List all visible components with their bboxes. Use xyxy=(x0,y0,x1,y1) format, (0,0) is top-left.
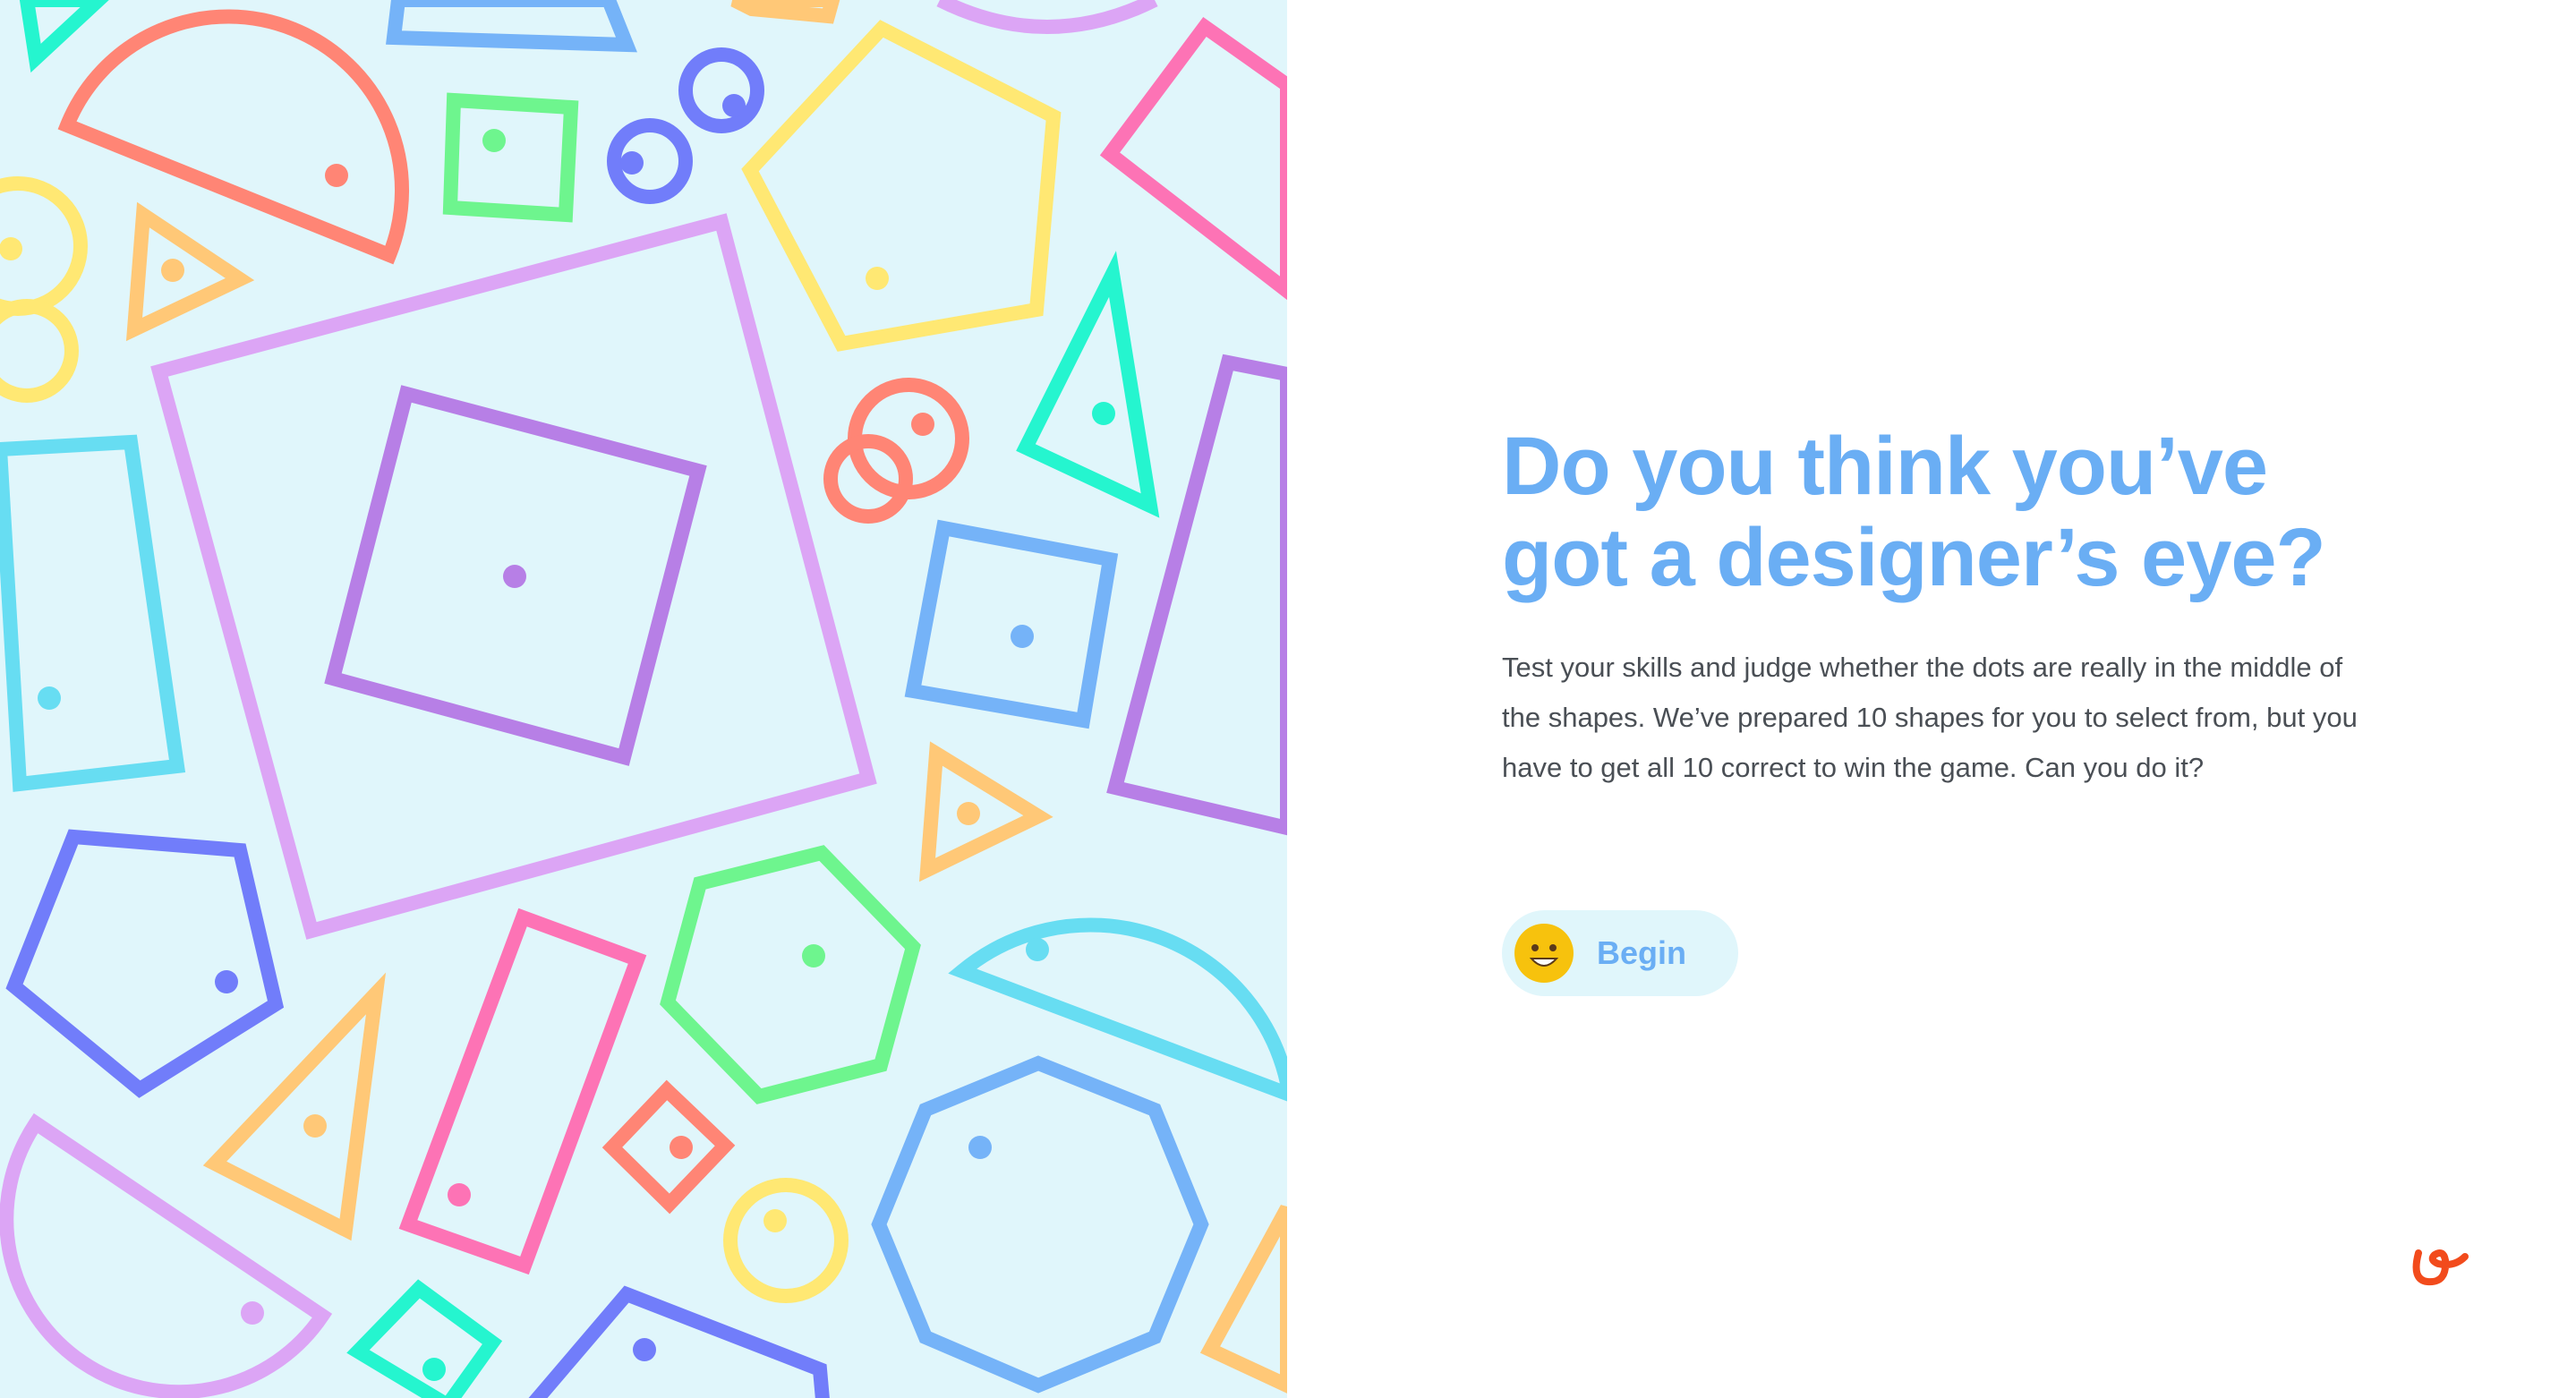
page-title: Do you think you’ve got a designer’s eye… xyxy=(1502,421,2397,603)
coral-diamond-dot xyxy=(670,1136,693,1159)
smiley-eye-left xyxy=(1531,944,1539,951)
pink-rect-dot xyxy=(448,1183,471,1206)
mint-triangle-top-shape xyxy=(19,0,109,73)
title-line-1: Do you think you’ve xyxy=(1502,421,2268,512)
brand-logo-icon[interactable] xyxy=(2408,1237,2470,1291)
smiley-eye-right xyxy=(1549,944,1557,951)
smiley-face xyxy=(1514,924,1574,983)
game-description: Test your skills and judge whether the d… xyxy=(1502,652,2358,783)
coral-diamond-shape xyxy=(601,1079,736,1215)
lavender-semicircle-dot xyxy=(241,1301,264,1325)
yellow-ring-1-dot xyxy=(0,237,22,260)
title-line-2: got a designer’s eye? xyxy=(1502,512,2326,603)
coral-semicircle-dot xyxy=(325,164,348,187)
blue-square-dot xyxy=(1011,625,1034,648)
orange-triangle-mid-dot xyxy=(957,802,980,825)
shape-pattern-illustration xyxy=(0,0,1287,1398)
smiley-icon xyxy=(1514,924,1574,983)
green-square-shape xyxy=(442,92,579,223)
begin-button-label: Begin xyxy=(1597,934,1687,971)
indigo-trapezoid-bottom-dot xyxy=(633,1338,656,1361)
brand-logo-mark xyxy=(2412,1249,2469,1286)
yellow-ring-bottom-dot xyxy=(763,1209,787,1232)
orange-triangle-small-dot xyxy=(161,259,184,282)
green-hexagon-shape xyxy=(660,845,921,1104)
purple-square-dot xyxy=(503,565,526,588)
mint-square-bottom-dot xyxy=(422,1358,446,1381)
indigo-ring-1-shape xyxy=(678,47,764,133)
indigo-ring-2-dot xyxy=(620,151,644,175)
cyan-semicircle-dot xyxy=(1026,938,1049,961)
shapes-canvas xyxy=(0,0,1287,1398)
indigo-pentagon-shape xyxy=(5,829,285,1098)
yellow-ring-2-shape xyxy=(0,299,79,403)
coral-semicircle-shape xyxy=(57,9,409,265)
green-hexagon-dot xyxy=(802,944,825,968)
cyan-rect-left-shape xyxy=(0,434,186,792)
green-square-dot xyxy=(482,129,506,152)
yellow-ring-bottom-shape xyxy=(723,1178,849,1303)
indigo-trapezoid-bottom-shape xyxy=(528,1285,830,1398)
mint-square-bottom-shape xyxy=(346,1279,503,1398)
lavender-semicircle-shape xyxy=(0,1112,333,1398)
yellow-pentagon-dot xyxy=(866,267,889,290)
blue-trapezoid-top-shape xyxy=(386,0,637,53)
yellow-pentagon-shape xyxy=(741,20,1062,352)
cyan-rect-left-dot xyxy=(38,686,61,710)
pink-diamond-shape xyxy=(1099,16,1287,301)
orange-triangle-edge-shape xyxy=(1199,1205,1287,1394)
blue-octagon-dot xyxy=(968,1136,992,1159)
intro-panel: Do you think you’ve got a designer’s eye… xyxy=(1502,421,2397,996)
lavender-arc-top-shape xyxy=(936,0,1158,34)
indigo-ring-1-dot xyxy=(722,94,746,117)
pink-rect-shape xyxy=(398,908,647,1275)
orange-triangle-small-shape xyxy=(125,201,255,342)
orange-triangle-tall-dot xyxy=(303,1114,327,1138)
indigo-pentagon-dot xyxy=(215,970,238,993)
orange-shape-top-shape xyxy=(730,0,840,24)
mint-triangle-dot xyxy=(1092,402,1115,425)
begin-button[interactable]: Begin xyxy=(1502,910,1739,996)
orange-triangle-mid-shape xyxy=(918,741,1053,882)
coral-ring-1-dot xyxy=(911,413,934,436)
mint-triangle-shape xyxy=(1016,251,1160,518)
blue-square-shape xyxy=(904,519,1119,729)
blue-octagon-shape xyxy=(871,1055,1209,1394)
